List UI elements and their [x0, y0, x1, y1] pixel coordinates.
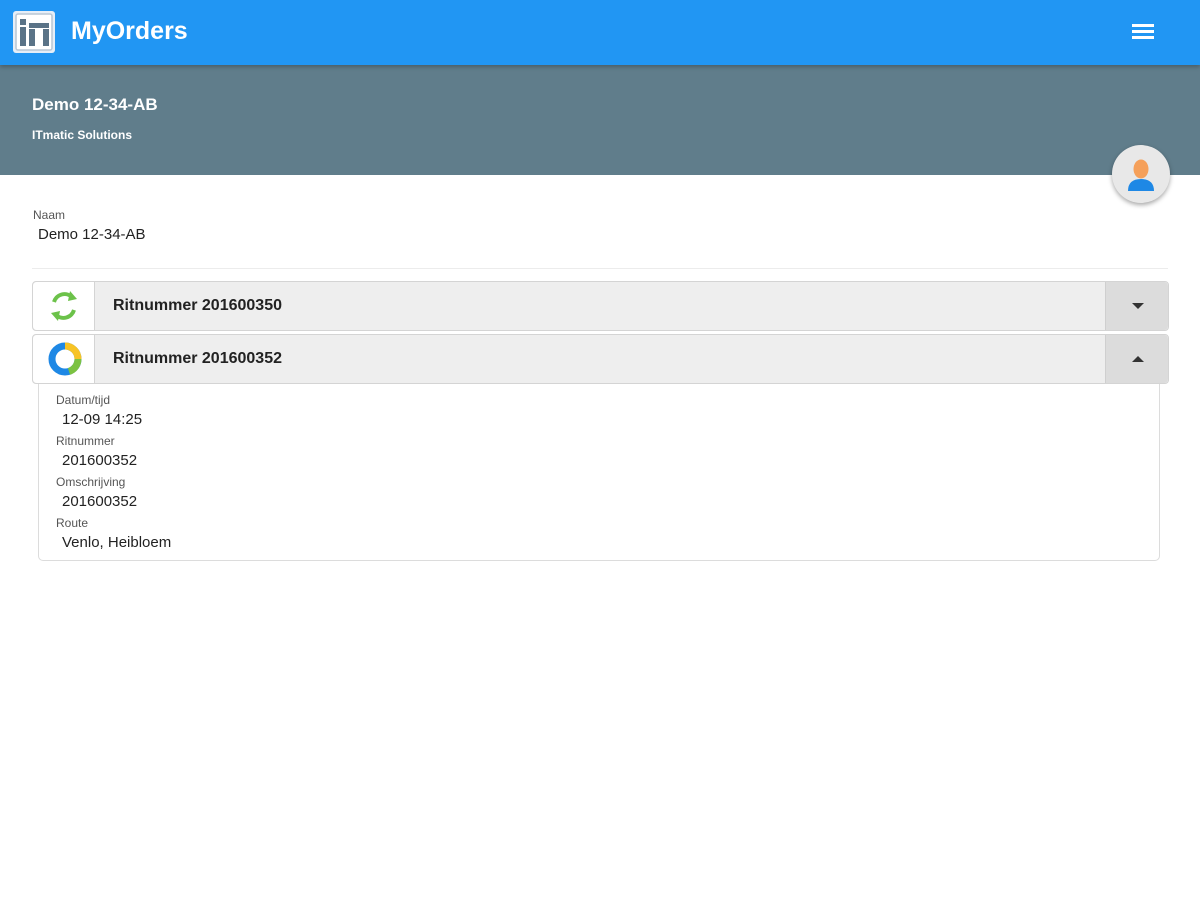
user-avatar-icon [1128, 159, 1154, 191]
order-accordion-header[interactable]: Ritnummer 201600352 [32, 334, 1169, 384]
chevron-up-icon [1132, 356, 1144, 362]
route-label: Route [56, 516, 89, 530]
order-status-box [33, 335, 95, 383]
datetime-value: 12-09 14:25 [62, 411, 143, 428]
app-title: MyOrders [71, 17, 188, 45]
expand-toggle-button[interactable] [1105, 282, 1168, 330]
order-title: Ritnummer 201600352 [113, 350, 282, 367]
order-accordion-header[interactable]: Ritnummer 201600350 [32, 281, 1169, 331]
ritnummer-label: Ritnummer [56, 434, 115, 448]
order-details-panel: Datum/tijd 12-09 14:25 Ritnummer 2016003… [38, 384, 1160, 561]
datetime-label: Datum/tijd [56, 393, 111, 407]
description-value: 201600352 [62, 493, 138, 510]
collapse-toggle-button[interactable] [1105, 335, 1168, 383]
order-status-box [33, 282, 95, 330]
chevron-down-icon [1132, 303, 1144, 309]
green-refresh-icon [51, 291, 77, 321]
profile-name: Demo 12-34-AB [32, 95, 158, 114]
description-label: Omschrijving [56, 475, 126, 489]
order-title: Ritnummer 201600350 [113, 297, 282, 314]
section-divider [32, 268, 1168, 269]
name-label: Naam [33, 208, 66, 222]
hamburger-menu-icon[interactable] [1126, 18, 1160, 48]
user-avatar-button[interactable] [1112, 145, 1170, 203]
company-name: ITmatic Solutions [32, 128, 133, 142]
progress-ring-icon [48, 342, 82, 376]
ritnummer-value: 201600352 [62, 452, 138, 469]
profile-header: Demo 12-34-AB ITmatic Solutions [0, 65, 1200, 175]
app-bar: MyOrders [0, 0, 1200, 65]
itmatic-logo-icon[interactable] [13, 11, 55, 53]
name-value: Demo 12-34-AB [38, 226, 146, 243]
route-value: Venlo, Heibloem [62, 534, 172, 551]
